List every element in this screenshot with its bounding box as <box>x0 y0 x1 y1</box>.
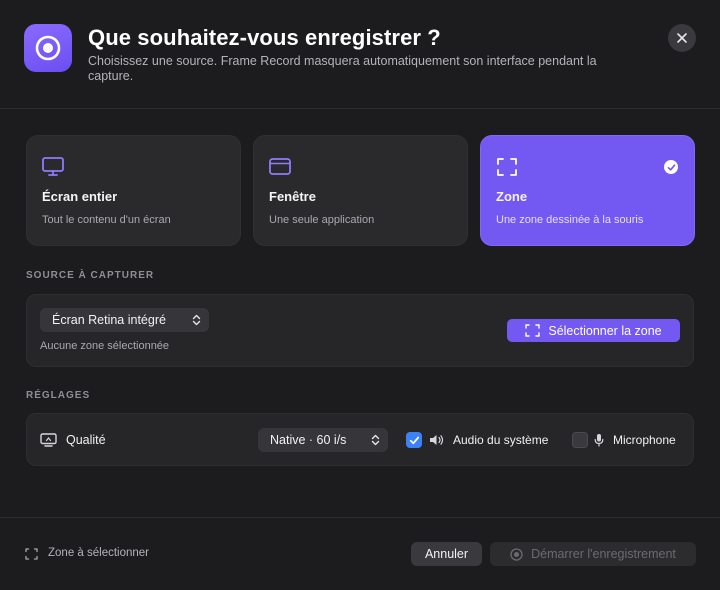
start-recording-label: Démarrer l'enregistrement <box>531 547 676 561</box>
display-select-value: Écran Retina intégré <box>52 313 166 327</box>
capture-section-label: SOURCE À CAPTURER <box>26 270 155 281</box>
source-card-description: Une seule application <box>269 214 375 226</box>
settings-section-label: RÉGLAGES <box>26 390 91 401</box>
source-card-full-screen[interactable]: Écran entier Tout le contenu d'un écran <box>26 135 241 246</box>
system-audio-checkbox[interactable] <box>406 432 422 448</box>
display-select[interactable]: Écran Retina intégré <box>40 308 209 332</box>
source-card-zone[interactable]: Zone Une zone dessinée à la souris <box>480 135 695 246</box>
system-audio-label: Audio du système <box>453 433 549 447</box>
select-zone-label: Sélectionner la zone <box>548 323 662 338</box>
dialog-title: Que souhaitez-vous enregistrer ? <box>88 25 441 50</box>
microphone-label: Microphone <box>613 433 676 447</box>
screen-quality-icon <box>40 433 57 447</box>
source-card-description: Tout le contenu d'un écran <box>42 214 171 226</box>
monitor-icon <box>42 157 64 176</box>
crop-frame-icon <box>497 158 517 176</box>
close-icon <box>677 33 687 43</box>
source-card-title: Zone <box>496 189 528 204</box>
quality-select[interactable]: Native · 60 i/s <box>258 428 388 452</box>
select-zone-button[interactable]: Sélectionner la zone <box>507 319 680 342</box>
source-card-title: Fenêtre <box>269 189 316 204</box>
quality-label: Qualité <box>66 433 106 447</box>
selected-check-icon <box>664 160 678 174</box>
dialog-subtitle: Choisissez une source. Frame Record masq… <box>88 54 597 83</box>
record-icon <box>510 547 523 561</box>
microphone-icon <box>594 434 604 447</box>
chevron-up-down-icon <box>371 434 380 446</box>
app-record-icon <box>24 24 72 72</box>
zone-status-text: Aucune zone sélectionnée <box>40 340 170 352</box>
dialog-header: Que souhaitez-vous enregistrer ? Choisis… <box>0 0 720 109</box>
microphone-checkbox[interactable] <box>572 432 588 448</box>
footer-status-text: Zone à sélectionner <box>48 547 150 559</box>
start-recording-button[interactable]: Démarrer l'enregistrement <box>490 542 696 566</box>
close-button[interactable] <box>668 24 696 52</box>
window-icon <box>269 158 291 175</box>
cancel-button[interactable]: Annuler <box>411 542 482 566</box>
quality-select-value: Native · 60 i/s <box>270 433 347 447</box>
chevron-up-down-icon <box>192 314 201 326</box>
speaker-icon <box>430 435 444 445</box>
crop-frame-icon <box>25 548 38 560</box>
source-card-description: Une zone dessinée à la souris <box>496 214 644 226</box>
checkmark-icon <box>409 436 419 444</box>
crop-frame-icon <box>525 324 541 337</box>
source-card-window[interactable]: Fenêtre Une seule application <box>253 135 468 246</box>
source-card-title: Écran entier <box>42 189 118 204</box>
